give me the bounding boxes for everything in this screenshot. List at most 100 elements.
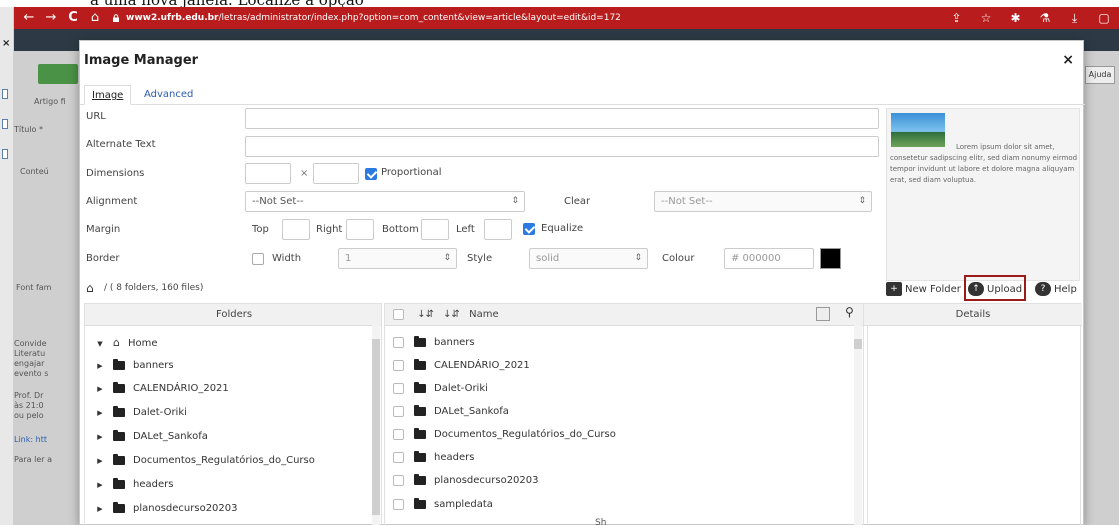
- files-scrollbar[interactable]: [854, 325, 862, 525]
- proportional-checkbox[interactable]: [365, 168, 377, 180]
- row-checkbox[interactable]: [393, 428, 404, 440]
- height-input[interactable]: [313, 163, 359, 184]
- row-checkbox[interactable]: [393, 474, 404, 486]
- folder-tree-item[interactable]: ▶ Dalet-Oriki: [95, 402, 187, 424]
- file-list-item[interactable]: planosdecurso20203: [393, 470, 539, 492]
- new-folder-button[interactable]: + New Folder: [886, 282, 961, 298]
- download-icon[interactable]: ⤓: [1066, 9, 1084, 27]
- folder-path: / ( 8 folders, 160 files): [104, 283, 204, 293]
- alignment-select[interactable]: --Not Set-- ⇕: [245, 191, 525, 212]
- window-icon[interactable]: ▢: [1095, 9, 1113, 27]
- row-checkbox[interactable]: [393, 336, 404, 348]
- help-button[interactable]: Ajuda: [1085, 66, 1115, 84]
- row-checkbox[interactable]: [393, 451, 404, 463]
- scrollbar-thumb[interactable]: [854, 339, 862, 349]
- border-style-select[interactable]: solid ⇕: [529, 248, 648, 269]
- bg-text: Prof. Dr: [14, 391, 44, 400]
- home-icon[interactable]: ⌂: [86, 9, 104, 27]
- folder-tree-item[interactable]: ▶ Documentos_Regulatórios_do_Curso: [95, 450, 315, 472]
- back-icon[interactable]: ←: [20, 9, 38, 27]
- colour-input[interactable]: # 000000: [724, 248, 814, 269]
- image-preview: Lorem ipsum dolor sit amet, consetetur s…: [886, 108, 1080, 281]
- file-list-item[interactable]: Dalet-Oriki: [393, 378, 488, 400]
- file-list-item[interactable]: CALENDÁRIO_2021: [393, 355, 530, 377]
- folder-icon: [113, 501, 125, 513]
- alt-text-input[interactable]: [245, 136, 879, 157]
- home-icon: ⌂: [113, 336, 120, 349]
- upload-label: Upload: [987, 284, 1023, 295]
- lab-icon[interactable]: ⚗: [1036, 9, 1054, 27]
- reload-icon[interactable]: C: [64, 9, 82, 27]
- margin-label: Margin: [86, 224, 121, 235]
- view-toggle-icon[interactable]: [816, 307, 830, 321]
- folder-tree-item[interactable]: ▶ headers: [95, 474, 173, 496]
- close-icon[interactable]: ×: [1062, 52, 1074, 68]
- sort-name-icon[interactable]: ↓⇵: [443, 309, 460, 320]
- row-checkbox[interactable]: [393, 359, 404, 371]
- border-checkbox[interactable]: [252, 253, 264, 265]
- folder-label: CALENDÁRIO_2021: [133, 383, 229, 394]
- row-checkbox[interactable]: [393, 382, 404, 394]
- file-list-item[interactable]: banners: [393, 332, 475, 354]
- row-checkbox[interactable]: [393, 498, 404, 510]
- side-marker: [2, 119, 8, 129]
- margin-left-input[interactable]: [484, 219, 512, 240]
- address-bar[interactable]: www2.ufrb.edu.br/letras/administrator/in…: [112, 10, 621, 26]
- folder-tree-item[interactable]: ▶ DALet_Sankofa: [95, 426, 208, 448]
- chevron-right-icon: ▶: [97, 457, 103, 465]
- border-width-label: Width: [272, 253, 302, 264]
- folder-icon: [113, 477, 125, 489]
- home-icon[interactable]: ⌂: [86, 281, 94, 295]
- dimensions-separator: ×: [300, 168, 309, 179]
- colour-swatch[interactable]: [820, 248, 841, 269]
- folder-tree-item[interactable]: ▶ banners: [95, 355, 174, 377]
- folder-tree-item[interactable]: ▶ planosdecurso20203: [95, 498, 238, 520]
- close-icon[interactable]: ×: [2, 38, 10, 49]
- margin-right-input[interactable]: [346, 219, 374, 240]
- file-list-item[interactable]: headers: [393, 447, 474, 469]
- dimensions-label: Dimensions: [86, 168, 145, 179]
- extensions-icon[interactable]: ✱: [1007, 9, 1025, 27]
- file-name: Documentos_Regulatórios_do_Curso: [434, 429, 616, 440]
- help-button[interactable]: ? Help: [1035, 282, 1077, 298]
- save-button[interactable]: [38, 64, 78, 84]
- star-icon[interactable]: ☆: [977, 9, 995, 27]
- search-icon[interactable]: ⚲: [845, 305, 854, 319]
- clear-select[interactable]: --Not Set-- ⇕: [654, 191, 872, 212]
- scrollbar-thumb[interactable]: [372, 339, 380, 515]
- margin-bottom-input[interactable]: [421, 219, 449, 240]
- folder-icon: [414, 497, 426, 509]
- file-name: DALet_Sankofa: [434, 406, 509, 417]
- file-list-item[interactable]: sampledata: [393, 494, 493, 516]
- preview-text: Lorem ipsum dolor sit amet, consetetur s…: [890, 143, 1078, 184]
- folder-tree-item[interactable]: ▶ CALENDÁRIO_2021: [95, 378, 229, 400]
- file-list-item[interactable]: DALet_Sankofa: [393, 401, 509, 423]
- alt-text-label: Alternate Text: [86, 139, 156, 150]
- url-input[interactable]: [245, 108, 879, 129]
- folders-scrollbar[interactable]: [372, 325, 380, 525]
- bg-text: engajar: [14, 359, 45, 368]
- margin-top-input[interactable]: [282, 219, 310, 240]
- folder-icon: [414, 358, 426, 370]
- share-icon[interactable]: ⇪: [948, 9, 966, 27]
- tab-advanced[interactable]: Advanced: [137, 85, 200, 105]
- forward-icon[interactable]: →: [42, 9, 60, 27]
- border-width-select[interactable]: 1 ⇕: [338, 248, 457, 269]
- files-pane: ↓⇵ ↓⇵ Name banners CALENDÁRIO_2021 Dalet…: [384, 303, 868, 525]
- folder-tree-item[interactable]: ▼ ⌂ Home: [95, 332, 158, 354]
- file-name: sampledata: [434, 499, 493, 510]
- side-window-strip: ×: [0, 7, 14, 525]
- folder-icon: [113, 358, 125, 370]
- select-all-checkbox[interactable]: [393, 308, 404, 320]
- chevron-down-icon: ⇕: [443, 253, 451, 263]
- upload-button[interactable]: ↑ Upload: [968, 282, 1022, 298]
- border-style-value: solid: [536, 253, 560, 264]
- width-input[interactable]: [245, 163, 291, 184]
- equalize-checkbox[interactable]: [523, 223, 535, 235]
- file-list-item[interactable]: Documentos_Regulatórios_do_Curso: [393, 424, 616, 446]
- folder-label: Home: [127, 338, 158, 349]
- sort-icon[interactable]: ↓⇵: [417, 309, 434, 320]
- row-checkbox[interactable]: [393, 405, 404, 417]
- folder-icon: [414, 427, 426, 439]
- tab-image[interactable]: Image: [84, 85, 132, 105]
